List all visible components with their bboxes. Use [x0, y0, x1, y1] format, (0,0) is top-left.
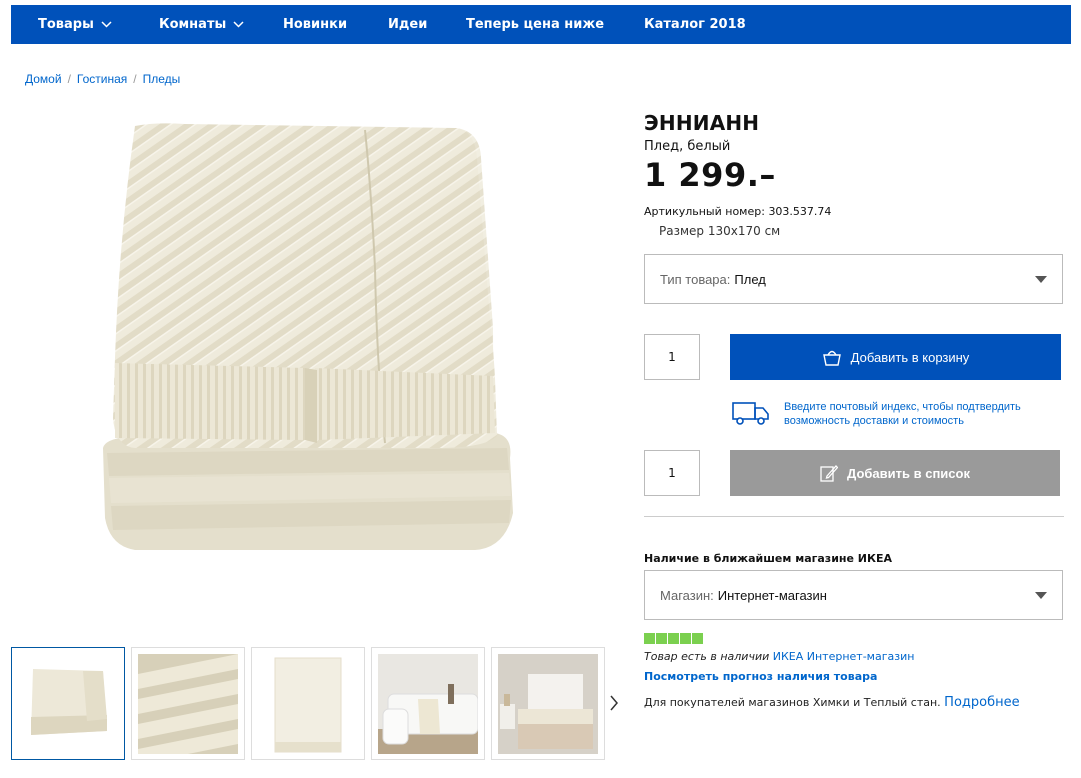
thumbnail-strip: [11, 647, 605, 760]
edit-list-icon: [820, 465, 839, 482]
product-description: Плед, белый: [644, 139, 731, 154]
blanket-image: [103, 123, 513, 550]
nav-item-products[interactable]: Товары: [38, 5, 112, 44]
nav-item-label: Каталог 2018: [644, 17, 746, 32]
breadcrumb-separator: /: [67, 72, 71, 86]
stock-title: Наличие в ближайшем магазине ИКЕА: [644, 552, 893, 565]
sofa-room-thumb: [378, 653, 478, 754]
add-to-cart-label: Добавить в корзину: [850, 349, 970, 365]
blanket-closeup-thumb: [138, 653, 238, 754]
blanket-folded-thumb: [31, 668, 107, 735]
nav-item-rooms[interactable]: Комнаты: [159, 5, 244, 44]
nav-item-lower-price[interactable]: Теперь цена ниже: [466, 5, 604, 44]
more-link[interactable]: Подробнее: [944, 695, 1019, 710]
list-quantity-input[interactable]: 1: [644, 450, 700, 496]
nav-item-label: Теперь цена ниже: [466, 17, 605, 32]
stock-level-segment: [692, 633, 703, 644]
select-label: Тип товара:: [660, 271, 731, 287]
stock-level-segment: [668, 633, 679, 644]
delivery-text[interactable]: Введите почтовый индекс, чтобы подтверди…: [784, 400, 1064, 428]
bedroom-thumb: [498, 653, 598, 754]
breadcrumb-home[interactable]: Домой: [25, 72, 62, 86]
cart-quantity-input[interactable]: 1: [644, 334, 700, 380]
breadcrumb-throws[interactable]: Пледы: [143, 72, 181, 86]
select-label: Магазин:: [660, 587, 714, 603]
nav-item-label: Комнаты: [159, 17, 227, 32]
thumbnail-bedroom[interactable]: [491, 647, 605, 760]
thumbnail-closeup[interactable]: [131, 647, 245, 760]
stock-level-segment: [680, 633, 691, 644]
article-value: 303.537.74: [768, 205, 832, 218]
product-main-image[interactable]: [95, 118, 520, 558]
nav-item-label: Новинки: [283, 17, 348, 32]
basket-icon: [822, 350, 841, 366]
select-value: Интернет-магазин: [717, 587, 827, 603]
add-to-cart-button[interactable]: Добавить в корзину: [730, 334, 1061, 380]
nav-item-new[interactable]: Новинки: [283, 5, 347, 44]
buyers-text: Для покупателей магазинов Химки и Теплый…: [644, 696, 941, 709]
divider: [644, 516, 1064, 517]
breadcrumb-living-room[interactable]: Гостиная: [77, 72, 127, 86]
chevron-down-icon: [101, 21, 112, 28]
stock-level-indicator: [644, 633, 703, 644]
product-name: ЭННИАНН: [644, 111, 760, 135]
size-label: Размер: [659, 224, 705, 238]
nav-item-catalog[interactable]: Каталог 2018: [644, 5, 746, 44]
stock-status: Товар есть в наличии ИКЕА Интернет-магаз…: [644, 650, 914, 663]
caret-down-icon: [1035, 276, 1047, 283]
stock-status-text: Товар есть в наличии: [644, 650, 770, 663]
stock-level-segment: [644, 633, 655, 644]
thumbnail-folded[interactable]: [11, 647, 125, 760]
buyers-note: Для покупателей магазинов Химки и Теплый…: [644, 695, 1020, 710]
breadcrumb: Домой / Гостиная / Пледы: [25, 72, 180, 86]
chevron-down-icon: [233, 21, 244, 28]
thumbnail-sofa[interactable]: [371, 647, 485, 760]
blanket-flat-thumb: [274, 657, 342, 752]
breadcrumb-separator: /: [133, 72, 137, 86]
stock-level-segment: [656, 633, 667, 644]
nav-item-label: Товары: [38, 17, 94, 32]
delivery-info[interactable]: Введите почтовый индекс, чтобы подтверди…: [732, 400, 1064, 428]
caret-down-icon: [1035, 592, 1047, 599]
stock-store-link[interactable]: ИКЕА Интернет-магазин: [773, 650, 915, 663]
add-to-list-button[interactable]: Добавить в список: [730, 450, 1060, 496]
select-value: Плед: [734, 271, 766, 287]
product-size: Размер 130x170 см: [659, 224, 780, 238]
top-navigation: Товары Комнаты Новинки Идеи Теперь цена …: [11, 5, 1071, 44]
nav-item-label: Идеи: [388, 17, 428, 32]
truck-icon: [732, 402, 769, 425]
add-to-list-label: Добавить в список: [847, 465, 970, 481]
nav-item-ideas[interactable]: Идеи: [388, 5, 427, 44]
product-price: 1 299.–: [644, 156, 776, 194]
article-number: Артикульный номер: 303.537.74: [644, 205, 831, 218]
article-label: Артикульный номер:: [644, 205, 765, 218]
store-select[interactable]: Магазин: Интернет-магазин: [644, 570, 1063, 620]
product-type-select[interactable]: Тип товара: Плед: [644, 254, 1063, 304]
thumbnail-flat[interactable]: [251, 647, 365, 760]
chevron-right-icon[interactable]: [609, 695, 619, 711]
stock-forecast-link[interactable]: Посмотреть прогноз наличия товара: [644, 670, 877, 683]
size-value: 130x170 см: [707, 224, 781, 238]
